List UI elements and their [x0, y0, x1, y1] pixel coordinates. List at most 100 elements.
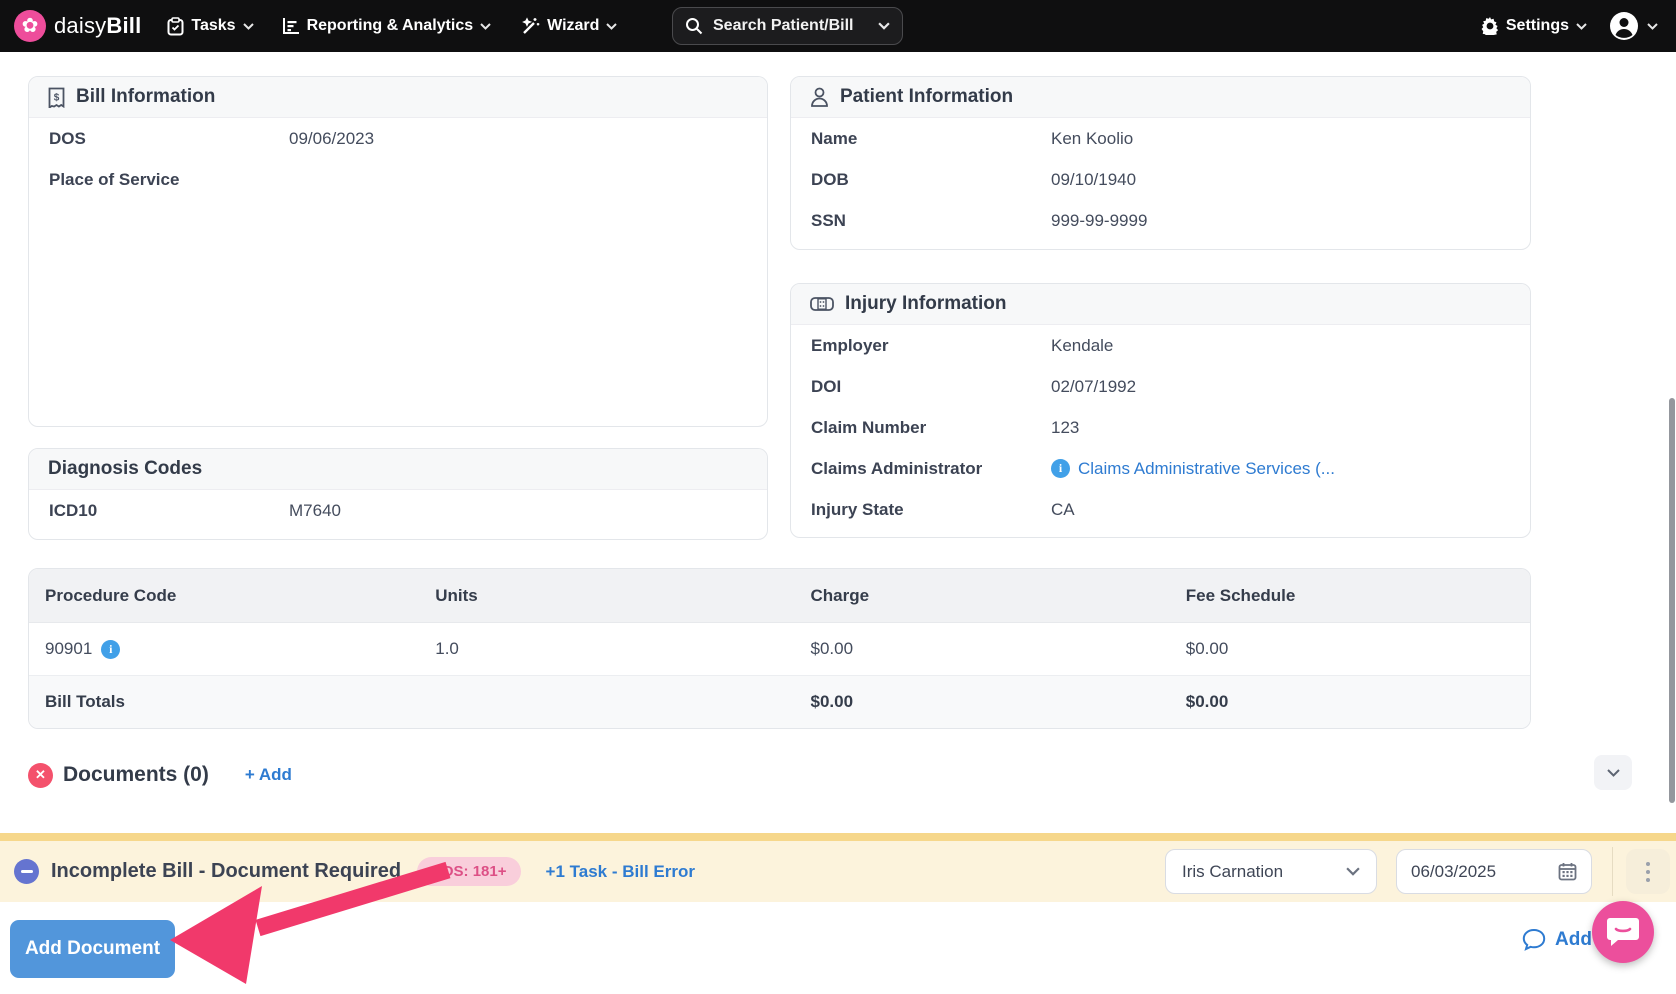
documents-section: ✕ Documents (0) + Add: [28, 755, 1648, 795]
injury-row-injury-state: Injury State CA: [791, 489, 1530, 530]
documents-title: Documents (0): [63, 763, 209, 787]
col-units: Units: [419, 586, 794, 606]
chevron-down-icon: [243, 23, 254, 30]
fee-schedule-value: $0.00: [1170, 639, 1530, 659]
charge-value: $0.00: [795, 639, 1170, 659]
status-title: Incomplete Bill - Document Required: [51, 860, 401, 883]
procedure-table: Procedure Code Units Charge Fee Schedule…: [28, 568, 1531, 729]
chevron-down-icon: [1647, 23, 1658, 30]
bill-detail-page: ✿ daisyBill Tasks Reporting & Analytics …: [0, 0, 1676, 994]
row-value: Kendale: [1051, 336, 1113, 356]
search-patient-bill[interactable]: Search Patient/Bill: [672, 7, 903, 45]
assignee-dropdown[interactable]: Iris Carnation: [1165, 849, 1377, 894]
more-options-button[interactable]: [1626, 849, 1670, 894]
patient-row-name: Name Ken Koolio: [791, 118, 1530, 159]
add-document-button[interactable]: Add Document: [10, 920, 175, 978]
row-value: 09/10/1940: [1051, 170, 1136, 190]
chevron-down-icon: [606, 23, 617, 30]
patient-information-title: Patient Information: [840, 86, 1013, 108]
error-x-icon: ✕: [28, 763, 53, 788]
row-label: DOB: [811, 170, 1051, 190]
documents-add-link[interactable]: + Add: [245, 765, 292, 785]
diagnosis-codes-panel: Diagnosis Codes ICD10 M7640: [28, 448, 768, 540]
info-icon[interactable]: i: [1051, 459, 1070, 478]
diagnosis-row-icd10: ICD10 M7640: [29, 490, 767, 531]
injury-information-header: Injury Information: [791, 284, 1530, 325]
nav-menu-reporting-analytics[interactable]: Reporting & Analytics: [282, 17, 492, 35]
svg-text:$: $: [54, 92, 60, 103]
chevron-down-icon: [878, 22, 890, 30]
row-value: CA: [1051, 500, 1075, 520]
nav-settings-label: Settings: [1506, 17, 1569, 35]
row-value: 09/06/2023: [289, 129, 374, 149]
procedure-code-value: 90901: [45, 639, 92, 659]
injury-row-employer: Employer Kendale: [791, 325, 1530, 366]
daisybill-logo[interactable]: ✿ daisyBill: [14, 10, 141, 42]
row-value: 999-99-9999: [1051, 211, 1147, 231]
daisy-flower-icon: ✿: [14, 10, 46, 42]
chevron-down-icon: [1346, 867, 1360, 876]
diagnosis-codes-header: Diagnosis Codes: [29, 449, 767, 490]
row-value: M7640: [289, 501, 341, 521]
minus-status-icon: [14, 859, 39, 884]
procedure-table-row: 90901 i 1.0 $0.00 $0.00: [29, 623, 1530, 676]
brand-name: daisyBill: [54, 13, 141, 39]
due-date-field[interactable]: 06/03/2025: [1396, 849, 1592, 894]
row-label: Employer: [811, 336, 1051, 356]
patient-information-header: Patient Information: [791, 77, 1530, 118]
chat-bubble-icon: [1522, 928, 1546, 951]
chat-widget-button[interactable]: [1592, 901, 1654, 963]
bill-icon: $: [48, 87, 65, 108]
col-fee-schedule: Fee Schedule: [1170, 586, 1530, 606]
avatar-icon: [1609, 11, 1639, 41]
calendar-icon: [1558, 862, 1577, 881]
assignee-value: Iris Carnation: [1182, 862, 1346, 882]
bill-information-header: $ Bill Information: [29, 77, 767, 118]
col-procedure-code: Procedure Code: [29, 586, 419, 606]
row-label: SSN: [811, 211, 1051, 231]
date-value: 06/03/2025: [1411, 862, 1558, 882]
top-nav: ✿ daisyBill Tasks Reporting & Analytics …: [0, 0, 1676, 52]
diagnosis-codes-title: Diagnosis Codes: [48, 458, 202, 480]
bill-information-panel: $ Bill Information DOS 09/06/2023 Place …: [28, 76, 768, 427]
row-label: ICD10: [49, 501, 289, 521]
row-label: Place of Service: [49, 170, 289, 190]
user-account-menu[interactable]: [1609, 11, 1658, 41]
bill-row-place-of-service: Place of Service: [29, 159, 767, 200]
chevron-down-icon: [480, 23, 491, 30]
nav-menu-settings[interactable]: Settings: [1481, 17, 1587, 35]
procedure-table-header: Procedure Code Units Charge Fee Schedule: [29, 569, 1530, 623]
injury-information-title: Injury Information: [845, 293, 1007, 315]
claims-administrator-link[interactable]: Claims Administrative Services (...: [1078, 459, 1335, 479]
bill-row-dos: DOS 09/06/2023: [29, 118, 767, 159]
patient-row-dob: DOB 09/10/1940: [791, 159, 1530, 200]
search-icon: [685, 17, 703, 35]
bill-totals-label: Bill Totals: [29, 692, 419, 712]
chat-smile-icon: [1606, 916, 1640, 948]
bill-totals-row: Bill Totals $0.00 $0.00: [29, 676, 1530, 728]
nav-right-group: Settings: [1481, 0, 1658, 52]
patient-icon: [810, 87, 829, 107]
nav-wizard-label: Wizard: [547, 17, 599, 35]
bill-totals-fee: $0.00: [1170, 692, 1530, 712]
row-label: DOS: [49, 129, 289, 149]
vertical-scrollbar-thumb[interactable]: [1669, 398, 1675, 803]
documents-collapse-button[interactable]: [1594, 755, 1632, 790]
injury-information-panel: Injury Information Employer Kendale DOI …: [790, 283, 1531, 538]
patient-row-ssn: SSN 999-99-9999: [791, 200, 1530, 241]
row-label: Claims Administrator: [811, 459, 1051, 479]
task-bill-error-link[interactable]: +1 Task - Bill Error: [546, 862, 695, 882]
bill-totals-charge: $0.00: [795, 692, 1170, 712]
nav-menu-tasks[interactable]: Tasks: [167, 17, 253, 36]
nav-menu-wizard[interactable]: Wizard: [521, 17, 617, 36]
injury-row-doi: DOI 02/07/1992: [791, 366, 1530, 407]
row-label: Name: [811, 129, 1051, 149]
units-value: 1.0: [419, 639, 794, 659]
patient-information-panel: Patient Information Name Ken Koolio DOB …: [790, 76, 1531, 250]
divider: [1612, 847, 1613, 896]
col-charge: Charge: [795, 586, 1170, 606]
row-label: Injury State: [811, 500, 1051, 520]
row-value: 02/07/1992: [1051, 377, 1136, 397]
bill-information-title: Bill Information: [76, 86, 215, 108]
info-icon[interactable]: i: [101, 640, 120, 659]
